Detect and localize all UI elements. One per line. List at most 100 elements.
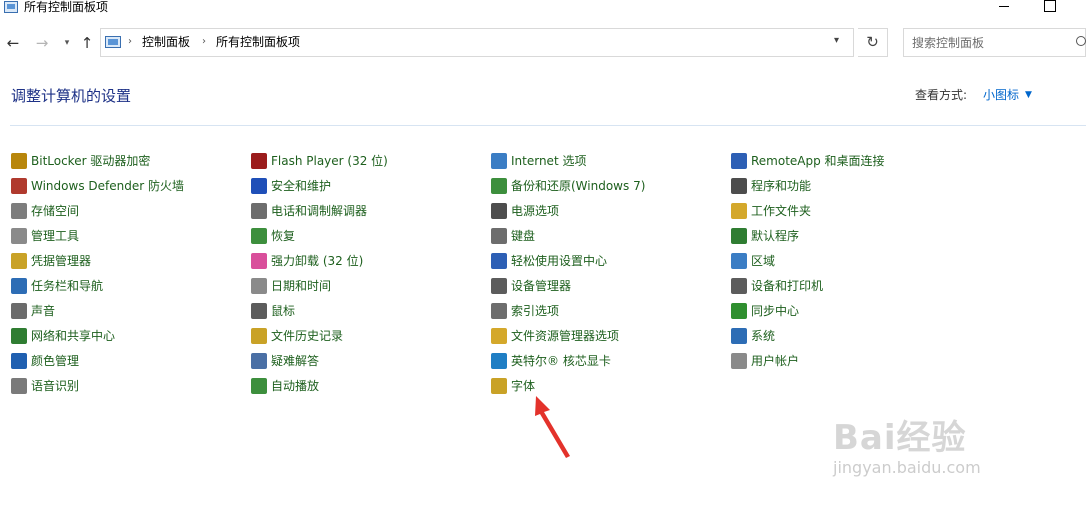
control-panel-item[interactable]: 系统 (731, 326, 775, 346)
minimize-button[interactable] (995, 0, 1015, 14)
control-panel-item[interactable]: 索引选项 (491, 301, 559, 321)
control-panel-item[interactable]: 设备管理器 (491, 276, 571, 296)
control-panel-item-label[interactable]: 设备管理器 (511, 278, 571, 294)
control-panel-item[interactable]: 声音 (11, 301, 55, 321)
tools-icon (11, 228, 27, 244)
control-panel-item[interactable]: 任务栏和导航 (11, 276, 103, 296)
work-folders-icon (731, 203, 747, 219)
control-panel-item-label[interactable]: 疑难解答 (271, 353, 319, 369)
chevron-down-icon[interactable]: ▾ (834, 35, 839, 46)
breadcrumb-separator-icon[interactable]: › (202, 35, 206, 49)
control-panel-item-label[interactable]: 存储空间 (31, 203, 79, 219)
control-panel-item[interactable]: Internet 选项 (491, 151, 586, 171)
control-panel-item-label[interactable]: 任务栏和导航 (31, 278, 103, 294)
control-panel-item-label[interactable]: 程序和功能 (751, 178, 811, 194)
flash-icon (251, 153, 267, 169)
control-panel-item-label[interactable]: 同步中心 (751, 303, 799, 319)
control-panel-item[interactable]: 键盘 (491, 226, 535, 246)
control-panel-item[interactable]: 自动播放 (251, 376, 319, 396)
control-panel-item[interactable]: Flash Player (32 位) (251, 151, 388, 171)
control-panel-item-label[interactable]: 网络和共享中心 (31, 328, 115, 344)
control-panel-item-label[interactable]: BitLocker 驱动器加密 (31, 153, 150, 169)
control-panel-item[interactable]: 鼠标 (251, 301, 295, 321)
control-panel-item[interactable]: 强力卸载 (32 位) (251, 251, 363, 271)
control-panel-item-label[interactable]: 备份和还原(Windows 7) (511, 178, 645, 194)
control-panel-item-label[interactable]: 恢复 (271, 228, 295, 244)
control-panel-item[interactable]: 凭据管理器 (11, 251, 91, 271)
control-panel-item-label[interactable]: 文件历史记录 (271, 328, 343, 344)
search-icon[interactable] (1076, 36, 1086, 46)
control-panel-item[interactable]: Windows Defender 防火墙 (11, 176, 184, 196)
control-panel-item[interactable]: 设备和打印机 (731, 276, 823, 296)
chevron-down-icon[interactable]: ▼ (1025, 87, 1032, 103)
control-panel-item-label[interactable]: 文件资源管理器选项 (511, 328, 619, 344)
control-panel-item-label[interactable]: 英特尔® 核芯显卡 (511, 353, 611, 369)
control-panel-item[interactable]: 默认程序 (731, 226, 799, 246)
control-panel-item-label[interactable]: 键盘 (511, 228, 535, 244)
control-panel-item[interactable]: 恢复 (251, 226, 295, 246)
control-panel-item[interactable]: 管理工具 (11, 226, 79, 246)
control-panel-item[interactable]: 文件资源管理器选项 (491, 326, 619, 346)
control-panel-item-label[interactable]: RemoteApp 和桌面连接 (751, 153, 885, 169)
control-panel-item-label[interactable]: 管理工具 (31, 228, 79, 244)
breadcrumb-separator-icon[interactable]: › (128, 35, 132, 49)
control-panel-item[interactable]: 电话和调制解调器 (251, 201, 367, 221)
control-panel-item[interactable]: 区域 (731, 251, 775, 271)
control-panel-item[interactable]: BitLocker 驱动器加密 (11, 151, 150, 171)
control-panel-item[interactable]: 字体 (491, 376, 535, 396)
recent-locations-button[interactable]: ▾ (58, 34, 76, 52)
control-panel-item[interactable]: 文件历史记录 (251, 326, 343, 346)
control-panel-item-label[interactable]: 日期和时间 (271, 278, 331, 294)
control-panel-item[interactable]: 颜色管理 (11, 351, 79, 371)
control-panel-item[interactable]: 存储空间 (11, 201, 79, 221)
control-panel-item-label[interactable]: 安全和维护 (271, 178, 331, 194)
control-panel-item[interactable]: 程序和功能 (731, 176, 811, 196)
refresh-button[interactable]: ↻ (858, 28, 888, 57)
control-panel-item-label[interactable]: 系统 (751, 328, 775, 344)
control-panel-item-label[interactable]: 鼠标 (271, 303, 295, 319)
control-panel-item[interactable]: 备份和还原(Windows 7) (491, 176, 645, 196)
control-panel-item-label[interactable]: 强力卸载 (32 位) (271, 253, 363, 269)
search-input[interactable] (904, 29, 1064, 56)
control-panel-item[interactable]: 日期和时间 (251, 276, 331, 296)
control-panel-item-label[interactable]: 凭据管理器 (31, 253, 91, 269)
control-panel-item-label[interactable]: 语音识别 (31, 378, 79, 394)
control-panel-item-label[interactable]: 工作文件夹 (751, 203, 811, 219)
control-panel-item-label[interactable]: 声音 (31, 303, 55, 319)
breadcrumb-all-items[interactable]: 所有控制面板项 (216, 34, 300, 50)
up-button[interactable]: ↑ (78, 34, 96, 52)
back-button[interactable]: ← (4, 34, 22, 52)
view-by-dropdown[interactable]: 小图标 (983, 87, 1019, 103)
control-panel-item-label[interactable]: 区域 (751, 253, 775, 269)
control-panel-item[interactable]: 同步中心 (731, 301, 799, 321)
control-panel-item[interactable]: 轻松使用设置中心 (491, 251, 607, 271)
address-bar[interactable]: › 控制面板 › 所有控制面板项 ▾ (100, 28, 854, 57)
control-panel-item-label[interactable]: 电源选项 (511, 203, 559, 219)
control-panel-item[interactable]: 电源选项 (491, 201, 559, 221)
control-panel-item[interactable]: 用户帐户 (731, 351, 799, 371)
control-panel-item-label[interactable]: 设备和打印机 (751, 278, 823, 294)
control-panel-item-label[interactable]: 用户帐户 (751, 353, 799, 369)
control-panel-item-label[interactable]: 索引选项 (511, 303, 559, 319)
control-panel-item-label[interactable]: Internet 选项 (511, 153, 586, 169)
control-panel-item-label[interactable]: 默认程序 (751, 228, 799, 244)
control-panel-item-label[interactable]: 轻松使用设置中心 (511, 253, 607, 269)
control-panel-item[interactable]: RemoteApp 和桌面连接 (731, 151, 885, 171)
control-panel-item[interactable]: 安全和维护 (251, 176, 331, 196)
control-panel-item-label[interactable]: 字体 (511, 378, 535, 394)
forward-button[interactable]: → (33, 34, 51, 52)
maximize-button[interactable] (1040, 0, 1060, 14)
autoplay-icon (251, 378, 267, 394)
control-panel-item[interactable]: 疑难解答 (251, 351, 319, 371)
breadcrumb-control-panel[interactable]: 控制面板 (142, 34, 190, 50)
control-panel-item-label[interactable]: Flash Player (32 位) (271, 153, 388, 169)
control-panel-item[interactable]: 网络和共享中心 (11, 326, 115, 346)
control-panel-item[interactable]: 英特尔® 核芯显卡 (491, 351, 611, 371)
control-panel-item-label[interactable]: Windows Defender 防火墙 (31, 178, 184, 194)
control-panel-item-label[interactable]: 自动播放 (271, 378, 319, 394)
control-panel-item-label[interactable]: 颜色管理 (31, 353, 79, 369)
control-panel-item[interactable]: 工作文件夹 (731, 201, 811, 221)
search-box[interactable] (903, 28, 1086, 57)
control-panel-item[interactable]: 语音识别 (11, 376, 79, 396)
control-panel-item-label[interactable]: 电话和调制解调器 (271, 203, 367, 219)
